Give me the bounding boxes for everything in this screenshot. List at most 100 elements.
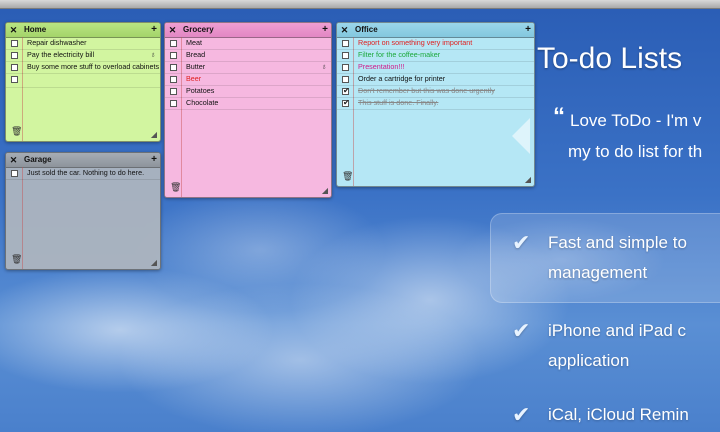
- feature-item: ✔ iCal, iCloud Remin: [512, 400, 689, 430]
- todo-item[interactable]: Bread: [165, 50, 331, 62]
- close-icon[interactable]: ✕: [165, 23, 180, 37]
- close-icon[interactable]: ✕: [337, 23, 352, 37]
- todo-item[interactable]: Presentation!!!: [337, 62, 534, 74]
- todo-item-done[interactable]: Don't remember but this was done urgentl…: [337, 86, 534, 98]
- checkbox[interactable]: [170, 40, 177, 47]
- feature-text: iPhone and iPad c: [548, 321, 686, 340]
- todo-item[interactable]: Butter ♁: [165, 62, 331, 74]
- note-office[interactable]: ✕ Office + Report on something very impo…: [336, 22, 535, 187]
- trash-icon[interactable]: 🗑: [170, 182, 181, 193]
- todo-item-empty[interactable]: [6, 74, 160, 88]
- todo-text[interactable]: Meat: [181, 38, 331, 48]
- checkbox[interactable]: [170, 64, 177, 71]
- add-item-icon[interactable]: +: [319, 23, 331, 37]
- note-title[interactable]: Home: [21, 23, 148, 37]
- promo-title: To-do Lists: [537, 42, 683, 75]
- todo-item[interactable]: Order a cartridge for printer: [337, 74, 534, 86]
- alarm-icon[interactable]: ♁: [150, 50, 156, 59]
- todo-text[interactable]: Butter: [181, 62, 321, 72]
- note-items: Repair dishwasher Pay the electricity bi…: [6, 38, 160, 88]
- add-item-icon[interactable]: +: [522, 23, 534, 37]
- todo-item[interactable]: Chocolate: [165, 98, 331, 110]
- checkbox[interactable]: [11, 52, 18, 59]
- alarm-icon[interactable]: ♁: [321, 62, 327, 71]
- checkbox[interactable]: [342, 52, 349, 59]
- todo-item[interactable]: Meat: [165, 38, 331, 50]
- todo-text[interactable]: Repair dishwasher: [22, 38, 160, 48]
- testimonial-line: Love ToDo - I'm v: [570, 111, 702, 130]
- todo-item[interactable]: Report on something very important: [337, 38, 534, 50]
- todo-text[interactable]: Don't remember but this was done urgentl…: [353, 86, 534, 96]
- note-header[interactable]: ✕ Home +: [6, 23, 160, 38]
- checkbox[interactable]: [11, 40, 18, 47]
- resize-grip-icon[interactable]: ◢: [151, 130, 157, 139]
- todo-item-done[interactable]: This stuff is done. Finally.: [337, 98, 534, 110]
- carousel-prev-arrow-icon[interactable]: [512, 118, 530, 154]
- note-header[interactable]: ✕ Garage +: [6, 153, 160, 168]
- note-title[interactable]: Office: [352, 23, 522, 37]
- note-title[interactable]: Grocery: [180, 23, 319, 37]
- resize-grip-icon[interactable]: ◢: [151, 258, 157, 267]
- resize-grip-icon[interactable]: ◢: [525, 175, 531, 184]
- checkbox[interactable]: [11, 170, 18, 177]
- todo-text[interactable]: Bread: [181, 50, 331, 60]
- feature-text: application: [548, 351, 630, 370]
- todo-item[interactable]: Buy some more stuff to overload cabinets: [6, 62, 160, 74]
- trash-icon[interactable]: 🗑: [11, 254, 22, 265]
- trash-icon[interactable]: 🗑: [11, 126, 22, 137]
- todo-text[interactable]: Report on something very important: [353, 38, 534, 48]
- checkbox-checked[interactable]: [342, 100, 349, 107]
- todo-item[interactable]: Beer: [165, 74, 331, 86]
- todo-text[interactable]: Buy some more stuff to overload cabinets: [22, 62, 160, 72]
- add-item-icon[interactable]: +: [148, 153, 160, 167]
- feature-text: Fast and simple to: [548, 233, 687, 252]
- trash-icon[interactable]: 🗑: [342, 171, 353, 182]
- checkbox[interactable]: [170, 88, 177, 95]
- testimonial-line: my to do list for th: [568, 142, 703, 161]
- close-icon[interactable]: ✕: [6, 153, 21, 167]
- todo-text[interactable]: This stuff is done. Finally.: [353, 98, 534, 108]
- todo-text[interactable]: Chocolate: [181, 98, 331, 108]
- todo-item[interactable]: Potatoes: [165, 86, 331, 98]
- note-garage[interactable]: ✕ Garage + Just sold the car. Nothing to…: [5, 152, 161, 270]
- checkbox-checked[interactable]: [342, 88, 349, 95]
- note-grocery[interactable]: ✕ Grocery + Meat Bread Butter ♁ Beer Pot…: [164, 22, 332, 198]
- window-top-bar: [0, 0, 720, 9]
- todo-text[interactable]: Presentation!!!: [353, 62, 534, 72]
- feature-text: iCal, iCloud Remin: [548, 405, 689, 424]
- checkbox[interactable]: [342, 76, 349, 83]
- todo-item[interactable]: Filter for the coffee-maker: [337, 50, 534, 62]
- checkbox[interactable]: [342, 64, 349, 71]
- note-header[interactable]: ✕ Grocery +: [165, 23, 331, 38]
- todo-text[interactable]: Beer: [181, 74, 331, 84]
- note-title[interactable]: Garage: [21, 153, 148, 167]
- checkbox[interactable]: [170, 52, 177, 59]
- checkbox[interactable]: [342, 40, 349, 47]
- close-icon[interactable]: ✕: [6, 23, 21, 37]
- todo-text[interactable]: Order a cartridge for printer: [353, 74, 534, 84]
- checkmark-icon: ✔: [512, 318, 531, 343]
- quote-mark-icon: “: [553, 103, 565, 130]
- checkbox[interactable]: [170, 100, 177, 107]
- checkmark-icon: ✔: [512, 230, 531, 255]
- feature-text: management: [548, 263, 648, 282]
- note-items: Just sold the car. Nothing to do here.: [6, 168, 160, 180]
- checkbox[interactable]: [170, 76, 177, 83]
- add-item-icon[interactable]: +: [148, 23, 160, 37]
- checkbox[interactable]: [11, 76, 18, 83]
- todo-text[interactable]: Potatoes: [181, 86, 331, 96]
- todo-item[interactable]: Pay the electricity bill ♁: [6, 50, 160, 62]
- checkbox[interactable]: [11, 64, 18, 71]
- resize-grip-icon[interactable]: ◢: [322, 186, 328, 195]
- todo-text[interactable]: Pay the electricity bill: [22, 50, 150, 60]
- feature-item: ✔ Fast and simple to management: [512, 228, 687, 288]
- todo-text[interactable]: Just sold the car. Nothing to do here.: [22, 168, 160, 178]
- todo-item[interactable]: Just sold the car. Nothing to do here.: [6, 168, 160, 180]
- note-items: Report on something very important Filte…: [337, 38, 534, 110]
- note-header[interactable]: ✕ Office +: [337, 23, 534, 38]
- note-home[interactable]: ✕ Home + Repair dishwasher Pay the elect…: [5, 22, 161, 142]
- todo-text[interactable]: Filter for the coffee-maker: [353, 50, 534, 60]
- checkmark-icon: ✔: [512, 402, 531, 427]
- feature-item: ✔ iPhone and iPad c application: [512, 316, 686, 376]
- todo-item[interactable]: Repair dishwasher: [6, 38, 160, 50]
